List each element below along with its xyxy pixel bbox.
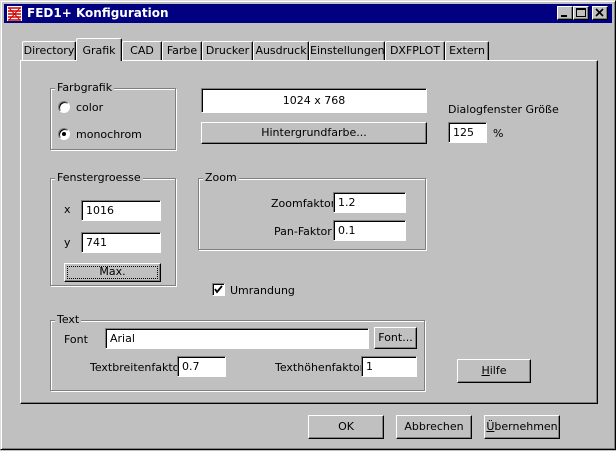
panfaktor-input[interactable]: 0.1 xyxy=(333,220,406,241)
window-height-input[interactable]: 741 xyxy=(81,232,161,253)
font-input[interactable]: Arial xyxy=(105,328,369,349)
checkmark-icon xyxy=(214,285,223,294)
panel-content: Farbgrafik color monochrom 1024 x 768 Hi… xyxy=(1,1,616,451)
max-button[interactable]: Max. xyxy=(64,263,161,282)
text-group-label: Text xyxy=(55,313,82,326)
textbreiten-label: Textbreitenfaktor xyxy=(90,361,184,374)
help-label-rest: ilfe xyxy=(489,364,507,377)
panfaktor-label: Pan-Faktor xyxy=(274,225,332,238)
help-button[interactable]: Hilfe xyxy=(457,359,531,383)
apply-label-rest: bernehmen xyxy=(494,420,558,433)
umrandung-label[interactable]: Umrandung xyxy=(230,284,295,297)
radio-selected-dot xyxy=(62,132,66,136)
radio-color[interactable] xyxy=(58,101,70,113)
textbreiten-input[interactable]: 0.7 xyxy=(177,356,226,377)
radio-monochrom[interactable] xyxy=(58,128,70,140)
fenstergroesse-label: Fenstergroesse xyxy=(55,171,143,184)
ok-button[interactable]: OK xyxy=(308,415,384,439)
zoomfaktor-label: Zoomfaktor xyxy=(271,197,336,210)
radio-monochrom-label[interactable]: monochrom xyxy=(76,128,142,141)
y-label: y xyxy=(64,236,71,249)
config-dialog: FED1+ Konfiguration Directory Grafik CAD… xyxy=(0,0,616,450)
zoomfaktor-input[interactable]: 1.2 xyxy=(333,192,406,213)
font-label: Font xyxy=(64,333,88,346)
dialog-size-input[interactable]: 125 xyxy=(448,122,487,143)
window-width-input[interactable]: 1016 xyxy=(81,200,161,221)
radio-color-label[interactable]: color xyxy=(76,101,103,114)
dialog-size-unit: % xyxy=(493,127,504,140)
cancel-button[interactable]: Abbrechen xyxy=(396,415,472,439)
help-mnemonic: H xyxy=(481,364,490,377)
umrandung-checkbox[interactable] xyxy=(212,283,225,296)
apply-button[interactable]: Übernehmen xyxy=(484,415,560,439)
resolution-display: 1024 x 768 xyxy=(201,88,427,113)
background-color-button[interactable]: Hintergrundfarbe... xyxy=(201,122,427,144)
farbgrafik-label: Farbgrafik xyxy=(55,81,115,94)
font-button[interactable]: Font... xyxy=(374,327,417,349)
x-label: x xyxy=(64,203,71,216)
texthoehen-label: Texthöhenfaktor xyxy=(275,361,365,374)
zoom-label: Zoom xyxy=(203,171,239,184)
texthoehen-input[interactable]: 1 xyxy=(361,356,417,377)
dialog-size-label: Dialogfenster Größe xyxy=(448,103,559,116)
